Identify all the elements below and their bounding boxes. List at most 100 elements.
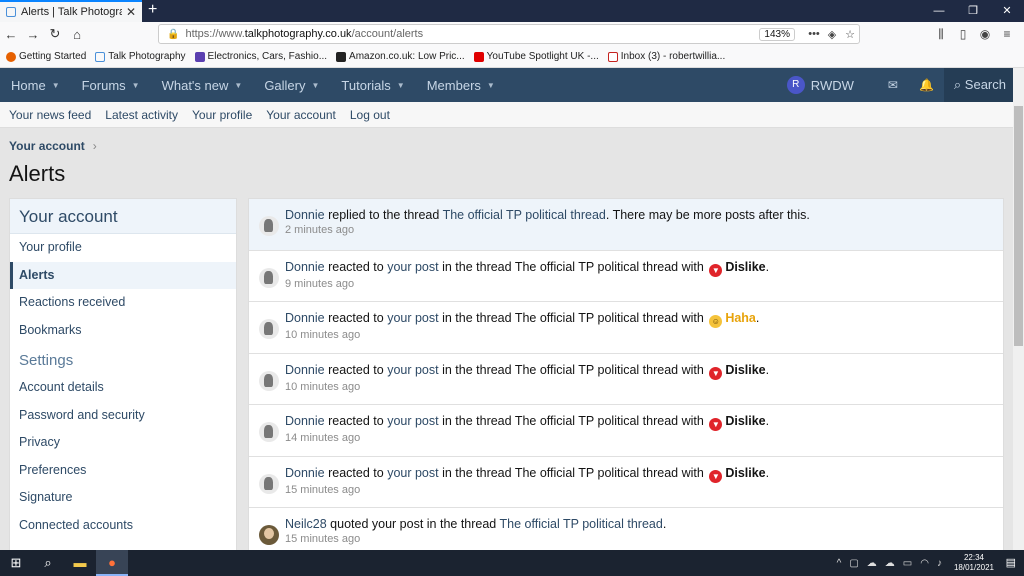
subnav-your-account[interactable]: Your account	[259, 108, 343, 122]
nav-forums[interactable]: Forums ▼	[71, 78, 151, 93]
clock[interactable]: 22:34 18/01/2021	[954, 553, 994, 573]
bookmark-item[interactable]: Getting Started	[6, 51, 86, 62]
chevron-down-icon[interactable]: ▼	[234, 81, 242, 90]
bookmark-item[interactable]: Inbox (3) - robertwillia...	[607, 51, 725, 62]
avatar[interactable]	[259, 319, 279, 339]
alert-item[interactable]: Donnie reacted to your post in the threa…	[249, 251, 1003, 302]
url-bar[interactable]: 🔒 https://www.talkphotography.co.uk/acco…	[158, 24, 860, 44]
avatar[interactable]	[259, 370, 279, 391]
nav-members[interactable]: Members ▼	[416, 78, 506, 93]
nav-home[interactable]: Home ▼	[0, 78, 71, 93]
subnav-your-profile[interactable]: Your profile	[185, 108, 259, 122]
scrollbar-thumb[interactable]	[1014, 106, 1023, 346]
user-link[interactable]: Donnie	[285, 414, 325, 428]
alert-item[interactable]: Donnie reacted to your post in the threa…	[249, 354, 1003, 405]
inbox-icon[interactable]: ✉	[876, 78, 910, 92]
windows-start-icon[interactable]: ⊞	[0, 550, 32, 576]
sidebar-item-privacy[interactable]: Privacy	[10, 429, 236, 457]
alert-item[interactable]: Donnie replied to the thread The officia…	[249, 199, 1003, 251]
chevron-down-icon[interactable]: ▼	[132, 81, 140, 90]
page-scrollbar[interactable]	[1013, 68, 1024, 550]
cloud-icon[interactable]: ☁	[867, 558, 877, 569]
more-actions-icon[interactable]: •••	[805, 28, 823, 40]
user-link[interactable]: Donnie	[285, 311, 325, 325]
home-icon[interactable]: ⌂	[66, 27, 88, 42]
avatar[interactable]	[259, 525, 279, 545]
account-icon[interactable]: ◉	[974, 27, 996, 41]
bookmark-item[interactable]: Talk Photography	[95, 51, 186, 62]
post-link[interactable]: your post	[387, 414, 438, 428]
thread-link[interactable]: The official TP political thread	[443, 208, 606, 222]
bookmark-star-icon[interactable]: ☆	[841, 28, 859, 41]
nav-gallery[interactable]: Gallery ▼	[253, 78, 330, 93]
reload-icon[interactable]: ↻	[44, 26, 66, 42]
device-icon[interactable]: ▢	[849, 558, 858, 569]
sidebar-item-account-details[interactable]: Account details	[10, 374, 236, 402]
user-link[interactable]: Donnie	[285, 363, 325, 377]
avatar[interactable]	[259, 216, 279, 236]
post-link[interactable]: your post	[387, 311, 438, 325]
onedrive-icon[interactable]: ☁	[885, 558, 895, 569]
sidebar-item-bookmarks[interactable]: Bookmarks	[10, 317, 236, 345]
volume-icon[interactable]: ♪	[937, 558, 942, 569]
user-link[interactable]: Donnie	[285, 260, 325, 274]
chevron-down-icon[interactable]: ▼	[312, 81, 320, 90]
menu-icon[interactable]: ≡	[996, 27, 1018, 41]
avatar[interactable]	[259, 422, 279, 442]
sidebar-item-your-profile[interactable]: Your profile	[10, 234, 236, 262]
library-icon[interactable]: ⫼	[930, 27, 952, 42]
bookmark-item[interactable]: Amazon.co.uk: Low Pric...	[336, 51, 465, 62]
thread-link[interactable]: The official TP political thread	[500, 517, 663, 531]
sidebar-item-alerts[interactable]: Alerts	[10, 261, 236, 289]
post-link[interactable]: your post	[387, 363, 438, 377]
wifi-icon[interactable]: ◠	[920, 558, 929, 569]
user-link[interactable]: Donnie	[285, 208, 325, 222]
sidebar-icon[interactable]: ▯	[952, 27, 974, 41]
battery-icon[interactable]: ▭	[903, 558, 912, 569]
pocket-icon[interactable]: ◈	[823, 28, 841, 41]
file-explorer-icon[interactable]: ▬	[64, 550, 96, 576]
breadcrumb-link[interactable]: Your account	[9, 139, 85, 153]
bookmark-item[interactable]: YouTube Spotlight UK -...	[473, 51, 599, 62]
firefox-icon[interactable]: ●	[96, 550, 128, 576]
alert-item[interactable]: Donnie reacted to your post in the threa…	[249, 302, 1003, 354]
new-tab-icon[interactable]: +	[148, 1, 157, 19]
bell-icon[interactable]: 🔔	[910, 78, 944, 92]
post-link[interactable]: your post	[387, 260, 438, 274]
chevron-down-icon[interactable]: ▼	[487, 81, 495, 90]
restore-icon[interactable]: ❐	[956, 0, 990, 22]
notifications-icon[interactable]: ▤	[1006, 556, 1016, 569]
subnav-news-feed[interactable]: Your news feed	[2, 108, 98, 122]
alert-item[interactable]: Donnie reacted to your post in the threa…	[249, 405, 1003, 457]
alert-item[interactable]: Donnie reacted to your post in the threa…	[249, 457, 1003, 508]
subnav-latest-activity[interactable]: Latest activity	[98, 108, 185, 122]
chevron-down-icon[interactable]: ▼	[52, 81, 60, 90]
search-icon[interactable]: ⌕	[32, 550, 64, 576]
user-link[interactable]: Donnie	[285, 466, 325, 480]
bookmark-item[interactable]: Electronics, Cars, Fashio...	[194, 51, 327, 62]
sidebar-item-connected-accounts[interactable]: Connected accounts	[10, 512, 236, 540]
browser-tab[interactable]: Alerts | Talk Photography ✕	[0, 0, 142, 22]
post-link[interactable]: your post	[387, 466, 438, 480]
close-tab-icon[interactable]: ✕	[126, 5, 136, 19]
sidebar-item-reactions-received[interactable]: Reactions received	[10, 289, 236, 317]
avatar[interactable]: R	[786, 76, 805, 94]
back-icon[interactable]: ←	[0, 27, 22, 42]
user-link[interactable]: Neilc28	[285, 517, 327, 531]
avatar[interactable]	[259, 267, 279, 288]
sidebar-item-preferences[interactable]: Preferences	[10, 457, 236, 485]
nav-tutorials[interactable]: Tutorials ▼	[330, 78, 415, 93]
username-link[interactable]: RWDW	[811, 78, 854, 93]
search-button[interactable]: ⌕ Search	[943, 68, 1016, 102]
chevron-down-icon[interactable]: ▼	[397, 81, 405, 90]
subnav-log-out[interactable]: Log out	[343, 108, 397, 122]
chevron-up-icon[interactable]: ^	[837, 558, 842, 569]
sidebar-item-password-security[interactable]: Password and security	[10, 402, 236, 430]
sidebar-item-signature[interactable]: Signature	[10, 484, 236, 512]
minimize-icon[interactable]: —	[922, 0, 956, 22]
nav-whats-new[interactable]: What's new ▼	[151, 78, 254, 93]
avatar[interactable]	[259, 473, 279, 494]
close-window-icon[interactable]: ✕	[990, 0, 1024, 22]
zoom-level[interactable]: 143%	[759, 27, 795, 41]
forward-icon[interactable]: →	[22, 27, 44, 42]
